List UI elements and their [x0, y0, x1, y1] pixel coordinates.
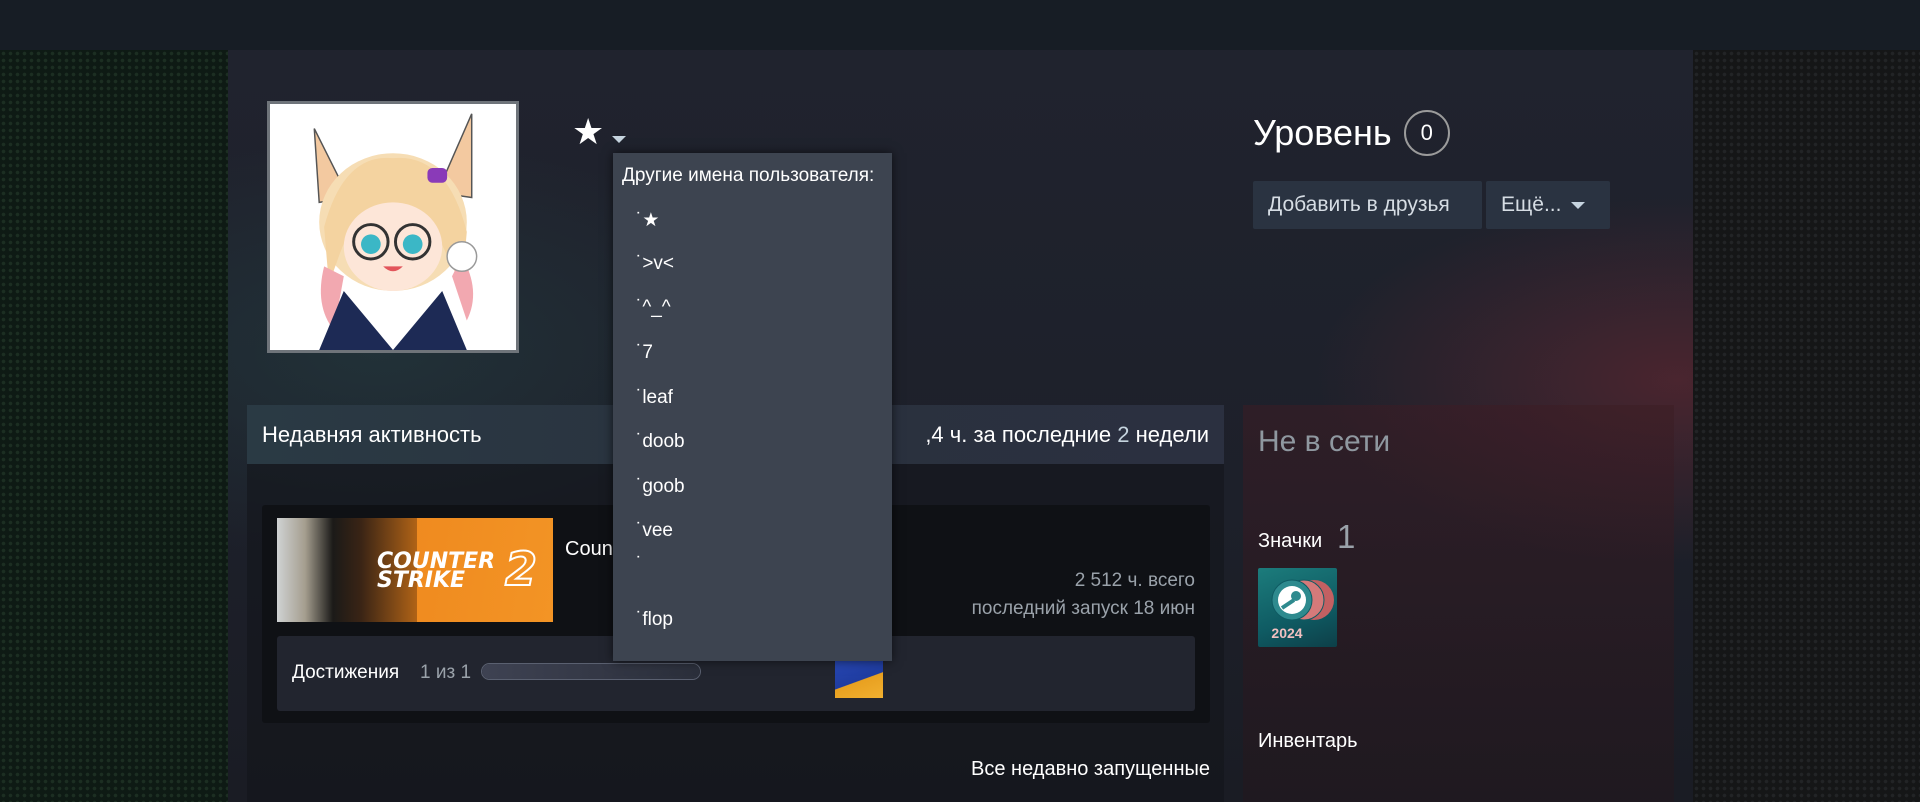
capsule-text: COUNTER STRIKE [377, 549, 496, 593]
game-last-played: последний запуск 18 июн [971, 598, 1195, 619]
alias-item[interactable]: ˙vee [636, 520, 673, 542]
capsule-logo: COUNTER STRIKE 2 [377, 545, 538, 593]
hours-mid: ч. за последние [943, 422, 1118, 447]
alias-item[interactable]: ˙flop [636, 609, 673, 631]
aliases-dropdown: Другие имена пользователя: ˙★ ˙>v< ˙^_^ … [613, 153, 892, 661]
aliases-header: Другие имена пользователя: [622, 165, 875, 186]
recent-activity-title: Недавняя активность [262, 422, 482, 447]
level-badge[interactable]: 0 [1403, 110, 1450, 156]
level-section: Уровень 0 [1253, 110, 1450, 156]
recent-hours: ,4 ч. за последние 2 недели [925, 422, 1209, 448]
badges-link[interactable]: Значки [1258, 530, 1322, 553]
add-friend-label: Добавить в друзья [1268, 193, 1450, 216]
profile-name-row[interactable]: ★ [572, 111, 627, 152]
caret-down-icon[interactable] [612, 135, 627, 143]
alias-item[interactable]: ˙doob [636, 431, 685, 453]
inventory-link[interactable]: Инвентарь [1258, 730, 1358, 753]
game-total-hours: 2 512 ч. всего [1074, 570, 1195, 591]
game-capsule[interactable]: COUNTER STRIKE 2 [277, 518, 553, 622]
achievements-progress [481, 663, 701, 680]
alias-item[interactable]: ˙7 [636, 342, 653, 364]
background-left [0, 50, 228, 802]
caret-down-icon [1571, 201, 1586, 209]
all-recent-link[interactable]: Все недавно запущенные [971, 758, 1210, 781]
add-friend-button[interactable]: Добавить в друзья [1253, 181, 1482, 229]
profile-name: ★ [572, 111, 605, 152]
alias-item[interactable]: ˙leaf [636, 387, 673, 409]
steam-badge-icon[interactable]: 2024 [1258, 568, 1337, 647]
online-status: Не в сети [1258, 425, 1391, 458]
avatar-image [270, 104, 516, 350]
alias-item[interactable]: ˙ [636, 554, 642, 576]
achievements-count: 1 из 1 [420, 662, 472, 683]
alias-item[interactable]: ˙^_^ [636, 297, 671, 319]
level-label: Уровень [1253, 112, 1392, 153]
hours-suffix: недели [1129, 422, 1209, 447]
avatar[interactable] [267, 101, 519, 353]
alias-item[interactable]: ˙★ [636, 209, 659, 232]
alias-item[interactable]: ˙>v< [636, 253, 674, 275]
background-right [1693, 50, 1920, 802]
alias-item[interactable]: ˙goob [636, 476, 685, 498]
hours-weeks: 2 [1117, 422, 1130, 447]
more-button[interactable]: Ещё... [1486, 181, 1610, 229]
capsule-number: 2 [504, 542, 538, 596]
badge-year: 2024 [1271, 625, 1303, 641]
more-label: Ещё... [1501, 193, 1562, 216]
game-name-link[interactable]: Coun [565, 538, 613, 561]
badges-count[interactable]: 1 [1337, 518, 1355, 556]
achievements-progress-fill [482, 664, 700, 679]
top-bar [0, 0, 1920, 50]
achievements-label[interactable]: Достижения [292, 662, 399, 684]
hours-value: ,4 [925, 422, 944, 447]
